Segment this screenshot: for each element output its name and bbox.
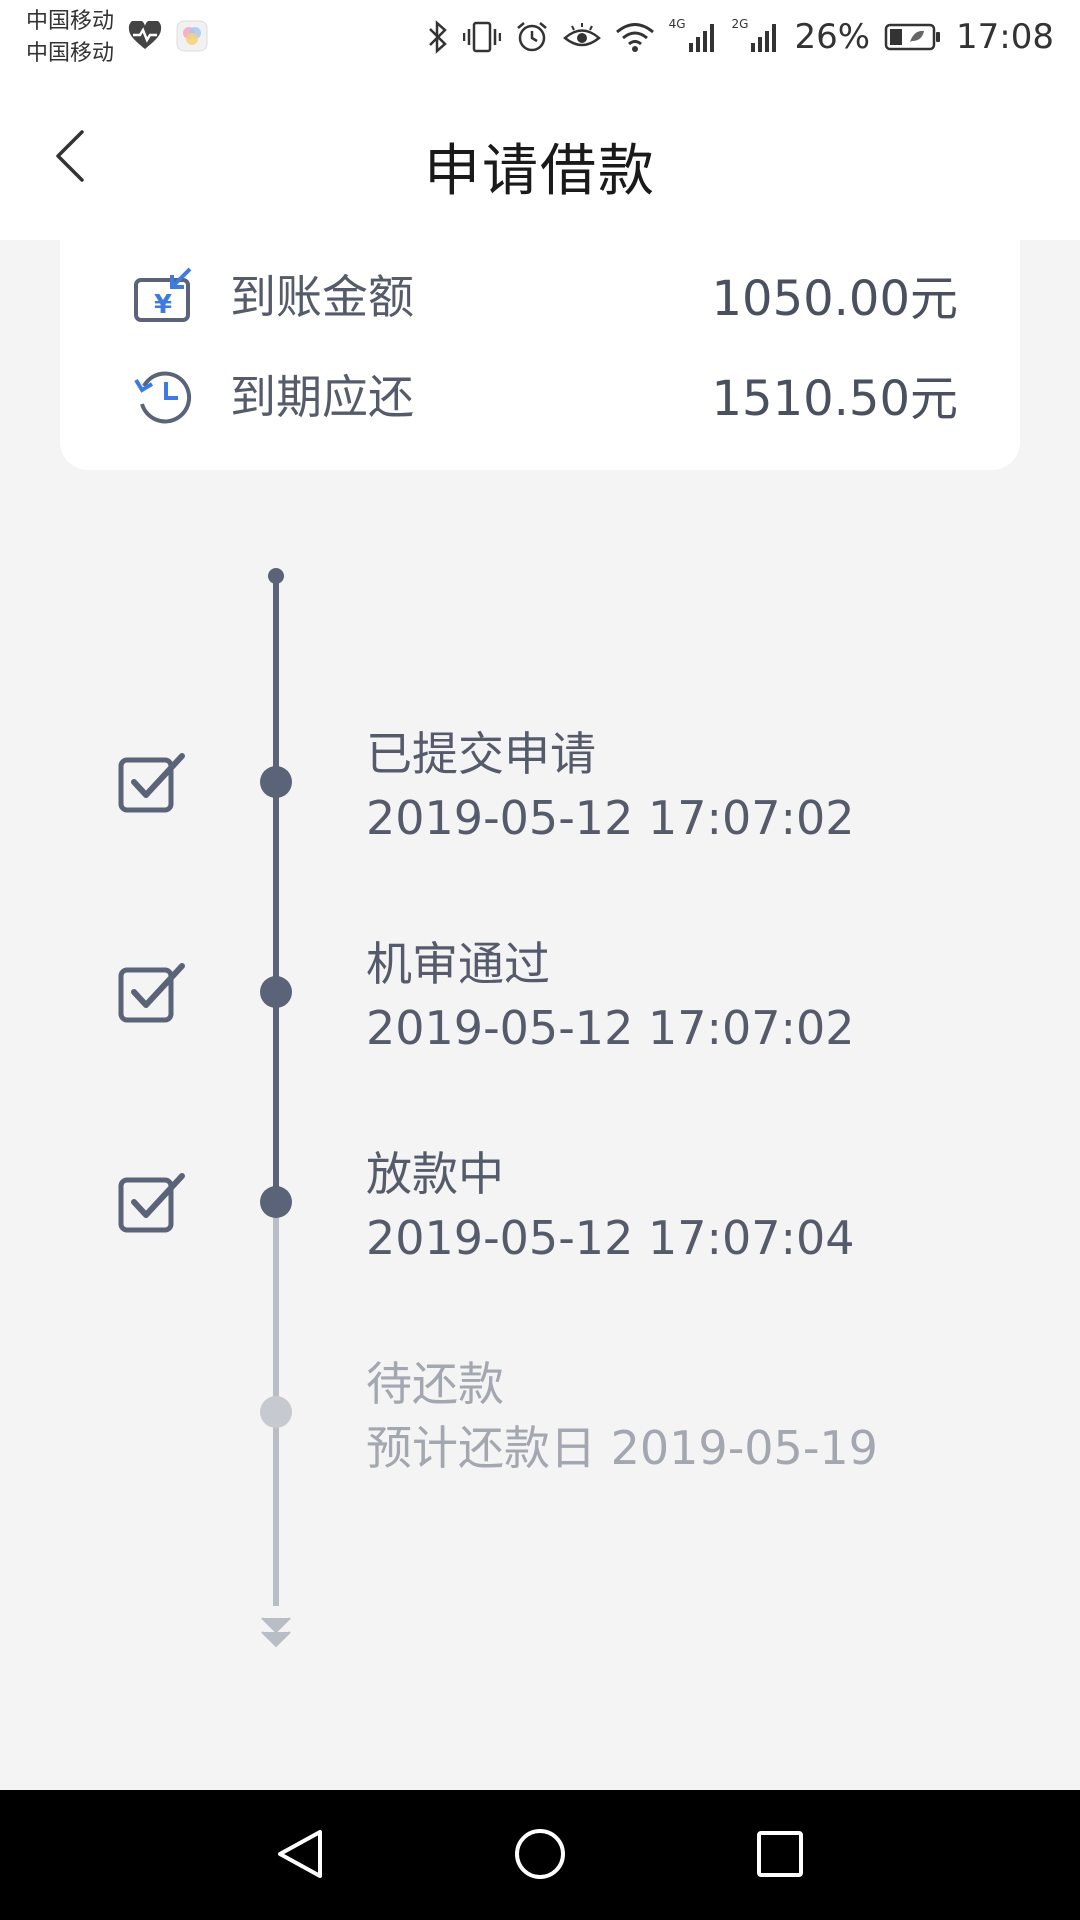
system-home-button[interactable] <box>504 1820 576 1892</box>
timeline-dot <box>260 1186 292 1218</box>
timeline-dot <box>260 976 292 1008</box>
timeline-step-approved: 机审通过 2019-05-12 17:07:02 <box>0 926 1080 1066</box>
timeline-start-dot <box>268 568 284 584</box>
step-time: 2019-05-12 17:07:02 <box>366 1001 855 1055</box>
battery-icon <box>884 22 942 52</box>
status-left-icons <box>128 19 208 56</box>
summary-label: 到期应还 <box>230 370 414 424</box>
vibrate-icon <box>462 20 501 54</box>
status-right: 4G 2G 26% 17:08 <box>427 12 1054 62</box>
timeline-step-awaiting-repayment: 待还款 预计还款日 2019-05-19 <box>0 1346 1080 1486</box>
loan-summary-card: ¥ 到账金额 1050.00元 到期应还 1510.50元 <box>60 240 1020 470</box>
system-nav-bar <box>0 1790 1080 1920</box>
status-bar: 中国移动 中国移动 4G 2G 26% 17:08 <box>0 0 1080 80</box>
summary-row-due: 到期应还 1510.50元 <box>60 354 1020 434</box>
network-1-label: 4G <box>668 17 686 31</box>
timeline-step-submitted: 已提交申请 2019-05-12 17:07:02 <box>0 716 1080 856</box>
carrier-info: 中国移动 中国移动 <box>26 6 114 70</box>
step-title: 待还款 <box>366 1357 504 1411</box>
wifi-icon <box>615 21 655 53</box>
page-title: 申请借款 <box>424 139 656 204</box>
step-time: 2019-05-12 17:07:04 <box>366 1211 855 1265</box>
signal-icon <box>688 21 718 53</box>
yuan-transfer-icon: ¥ <box>132 266 196 326</box>
nav-back-triangle-icon <box>272 1826 328 1886</box>
svg-text:¥: ¥ <box>154 290 172 320</box>
checkbox-checked-icon <box>118 1170 188 1234</box>
nav-recents-square-icon <box>752 1826 808 1886</box>
timeline-dot <box>260 1396 292 1428</box>
nav-bar: 申请借款 <box>0 80 1080 240</box>
battery-percent: 26% <box>794 17 871 57</box>
step-title: 机审通过 <box>366 937 550 991</box>
eye-comfort-icon <box>562 22 601 52</box>
health-heart-icon <box>128 19 162 55</box>
arrow-down-icon <box>260 1612 292 1652</box>
summary-label: 到账金额 <box>230 270 414 324</box>
bluetooth-icon <box>427 20 449 54</box>
system-back-button[interactable] <box>264 1820 336 1892</box>
checkbox-checked-icon <box>118 960 188 1024</box>
step-title: 放款中 <box>366 1147 504 1201</box>
timeline-dot <box>260 766 292 798</box>
loan-progress-timeline: 已提交申请 2019-05-12 17:07:02 机审通过 2019-05-1… <box>0 560 1080 1660</box>
carrier-2: 中国移动 <box>26 41 115 66</box>
timeline-line-completed <box>273 576 279 1224</box>
app-root: 中国移动 中国移动 4G 2G 26% 17:08 申请借款 ¥ 到账金额 10… <box>0 0 1080 1920</box>
step-time: 预计还款日 2019-05-19 <box>366 1421 878 1475</box>
checkbox-checked-icon <box>118 750 188 814</box>
clock-history-icon <box>132 366 196 426</box>
network-2-label: 2G <box>731 17 749 31</box>
nav-home-circle-icon <box>512 1826 568 1886</box>
clock-time: 17:08 <box>956 17 1054 57</box>
step-time: 2019-05-12 17:07:02 <box>366 791 855 845</box>
alarm-icon <box>515 20 549 54</box>
system-recents-button[interactable] <box>744 1820 816 1892</box>
summary-value: 1510.50元 <box>711 371 959 427</box>
timeline-step-disbursing: 放款中 2019-05-12 17:07:04 <box>0 1136 1080 1276</box>
signal-icon <box>750 21 780 53</box>
step-title: 已提交申请 <box>366 727 596 781</box>
gallery-app-icon <box>176 20 208 56</box>
summary-value: 1050.00元 <box>711 271 959 327</box>
summary-row-received: ¥ 到账金额 1050.00元 <box>60 254 1020 334</box>
carrier-1: 中国移动 <box>26 9 115 34</box>
